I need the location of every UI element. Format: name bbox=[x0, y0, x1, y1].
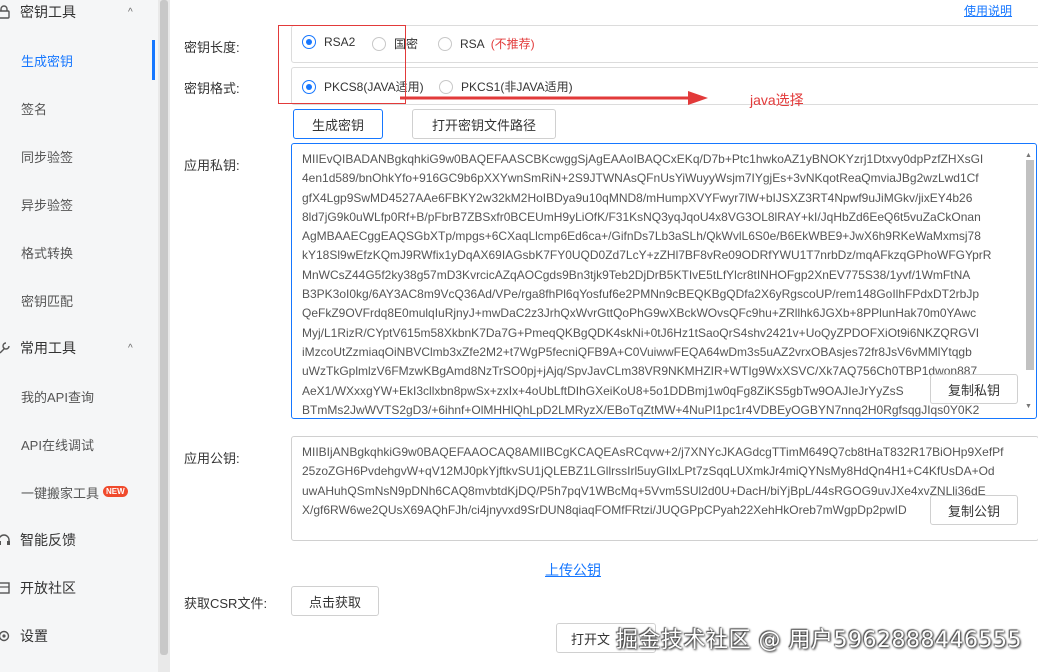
private-key-line: AeX1/WXxxgYW+EkI3cllxbn8pwSx+zxIx+4oUbLf… bbox=[302, 383, 904, 398]
scrollbar-thumb[interactable] bbox=[160, 0, 168, 655]
sidebar-community[interactable]: 开放社区 bbox=[0, 568, 158, 608]
sidebar-item-api-debug[interactable]: API在线调试 bbox=[0, 424, 155, 464]
private-key-line: MnWCsZ44G5f2ky38g57mD3KvrcicAZqAOCgds9Bn… bbox=[302, 267, 971, 282]
sidebar-item-format-convert[interactable]: 格式转换 bbox=[0, 232, 155, 272]
sidebar-group-key-tools[interactable]: 密钥工具 ^ bbox=[0, 0, 158, 32]
sidebar-item-key-match[interactable]: 密钥匹配 bbox=[0, 280, 155, 320]
public-key-line: uwAHuhQSmNsN9pDNh6CAQ8mvbtdKjDQ/P5h7pqV1… bbox=[302, 483, 986, 498]
private-key-line: gfX4Lgp9SwMD4527AAe6FBKY2w32kM2HoIBDya9u… bbox=[302, 190, 973, 205]
sidebar-item-label: 同步验签 bbox=[21, 149, 74, 165]
sidebar-scrollbar[interactable] bbox=[158, 0, 170, 672]
radio-button[interactable] bbox=[438, 36, 452, 51]
private-key-line: uWzTkGplmlzV6FMzwKBgAmd8NzTrSO0pj+jAjq/S… bbox=[302, 364, 978, 379]
scrollbar-thumb[interactable] bbox=[1026, 160, 1034, 370]
public-key-label: 应用公钥: bbox=[184, 451, 240, 466]
private-key-line: Myj/L1RizR/CYptV615m58XkbnK7Da7G+PmeqQKB… bbox=[302, 325, 980, 340]
sidebar-item-label: 开放社区 bbox=[20, 580, 76, 596]
annotation-arrow-icon bbox=[400, 91, 708, 105]
sidebar-item-async-verify[interactable]: 异步验签 bbox=[0, 184, 155, 224]
not-recommended-note: (不推荐) bbox=[490, 37, 535, 51]
public-key-line: MIIBIjANBgkqhkiG9w0BAQEFAAOCAQ8AMIIBCgKC… bbox=[302, 445, 1004, 459]
annotation-highlight-box bbox=[278, 25, 406, 104]
sidebar-item-generate-key[interactable]: 生成密钥 bbox=[0, 40, 155, 80]
sidebar-item-label: 异步验签 bbox=[21, 197, 74, 213]
public-key-line: X/gf6RW6we2QUsX69AQhFJh/ci4jnyvxd9SrDUN8… bbox=[302, 502, 907, 517]
sidebar: 密钥工具 ^ 生成密钥 签名 同步验签 异步验签 格式转换 密钥匹配 常用工具 … bbox=[0, 0, 159, 672]
scroll-down-icon[interactable]: ▼ bbox=[1025, 397, 1032, 416]
sidebar-item-label: 一键搬家工具 bbox=[21, 485, 100, 501]
private-key-line: BTmMs2JwWVTS2gD3/+6ihnf+OlMHHlQhLpD2LMRy… bbox=[302, 402, 980, 417]
csr-label: 获取CSR文件: bbox=[184, 596, 268, 611]
private-key-line: 4en1d589/bnOhkYfo+916GC9b6pXXYwnSmRiN+2S… bbox=[302, 171, 979, 186]
key-length-label: 密钥长度: bbox=[184, 40, 240, 55]
private-key-line: MIIEvQIBADANBgkqhkiG9w0BAQEFAASCBKcwggSj… bbox=[302, 152, 984, 166]
sidebar-item-sync-verify[interactable]: 同步验签 bbox=[0, 136, 155, 176]
sidebar-item-label: 生成密钥 bbox=[21, 53, 74, 69]
sidebar-item-sign[interactable]: 签名 bbox=[0, 88, 155, 128]
sidebar-settings[interactable]: 设置 bbox=[0, 616, 158, 656]
upload-public-key-link[interactable]: 上传公钥 bbox=[545, 560, 601, 580]
sidebar-item-my-api[interactable]: 我的API查询 bbox=[0, 376, 155, 416]
chevron-up-icon: ^ bbox=[128, 342, 133, 354]
gear-icon bbox=[0, 628, 12, 644]
private-key-line: QeFkZ9OVFrdq8E0mulqIuRjnyJ+mwDaC2z3JrhQx… bbox=[302, 306, 977, 321]
private-key-textarea[interactable]: MIIEvQIBADANBgkqhkiG9w0BAQEFAASCBKcwggSj… bbox=[291, 143, 1037, 419]
sidebar-group-label: 密钥工具 bbox=[20, 4, 76, 20]
headset-icon bbox=[0, 532, 12, 548]
wrench-icon bbox=[0, 340, 12, 356]
radio-label: RSA bbox=[460, 36, 485, 51]
annotation-label: java选择 bbox=[750, 92, 804, 108]
sidebar-feedback[interactable]: 智能反馈 bbox=[0, 520, 158, 560]
lock-icon bbox=[0, 4, 12, 20]
public-key-line: 25zoZGH6PvdehgvW+qV12MJ0pkYjftkvSU1jQLEB… bbox=[302, 464, 995, 479]
private-key-line: B3PK3oI0kg/6AY3AC8m9VcQ36Ad/VPe/rga8fhPl… bbox=[302, 287, 980, 302]
watermark-text: 掘金技术社区 @ 用户5962888446555 bbox=[616, 628, 1022, 653]
sidebar-item-label: API在线调试 bbox=[21, 437, 94, 453]
sidebar-item-label: 签名 bbox=[21, 101, 48, 117]
sidebar-item-migration-tool[interactable]: 一键搬家工具 NEW bbox=[0, 472, 155, 512]
sidebar-item-label: 智能反馈 bbox=[20, 532, 76, 548]
copy-private-key-button[interactable]: 复制私钥 bbox=[930, 374, 1018, 404]
private-key-line: kY18Sl9wEfzKQmJ9RWfix1yDqAX69IAGsbK7FY0U… bbox=[302, 248, 992, 263]
copy-public-key-button[interactable]: 复制公钥 bbox=[930, 495, 1018, 525]
public-key-textarea[interactable]: MIIBIjANBgkqhkiG9w0BAQEFAAOCAQ8AMIIBCgKC… bbox=[291, 436, 1038, 541]
sidebar-item-label: 格式转换 bbox=[21, 245, 74, 261]
private-key-line: AgMBAAECggEAQSGbXTp/mpgs+6CXaqLlcmp6Ed6c… bbox=[302, 229, 981, 244]
help-link[interactable]: 使用说明 bbox=[964, 2, 1012, 19]
sidebar-item-label: 我的API查询 bbox=[21, 389, 94, 405]
get-csr-button[interactable]: 点击获取 bbox=[291, 586, 379, 616]
radio-rsa[interactable]: RSA (不推荐) bbox=[438, 35, 535, 52]
private-key-label: 应用私钥: bbox=[184, 158, 240, 173]
sidebar-item-label: 密钥匹配 bbox=[21, 293, 74, 309]
new-badge: NEW bbox=[103, 486, 128, 497]
private-key-line: iMzcoUtZzmiaqOiNBVClmb3xZfe2M2+t7WgP5fec… bbox=[302, 344, 972, 359]
textarea-scrollbar[interactable]: ▲ ▼ bbox=[1024, 146, 1034, 416]
private-key-line: 8ld7jG9k0uWLfp0Rf+B/pFbrB7ZBSxfr0BCEUmH9… bbox=[302, 209, 981, 224]
chevron-up-icon: ^ bbox=[128, 6, 133, 18]
sidebar-item-label: 设置 bbox=[20, 628, 48, 644]
generate-key-button[interactable]: 生成密钥 bbox=[293, 109, 383, 139]
sidebar-group-label: 常用工具 bbox=[20, 340, 76, 356]
community-icon bbox=[0, 580, 12, 596]
key-format-label: 密钥格式: bbox=[184, 81, 240, 96]
sidebar-group-common-tools[interactable]: 常用工具 ^ bbox=[0, 328, 158, 368]
open-key-path-button[interactable]: 打开密钥文件路径 bbox=[412, 109, 556, 139]
